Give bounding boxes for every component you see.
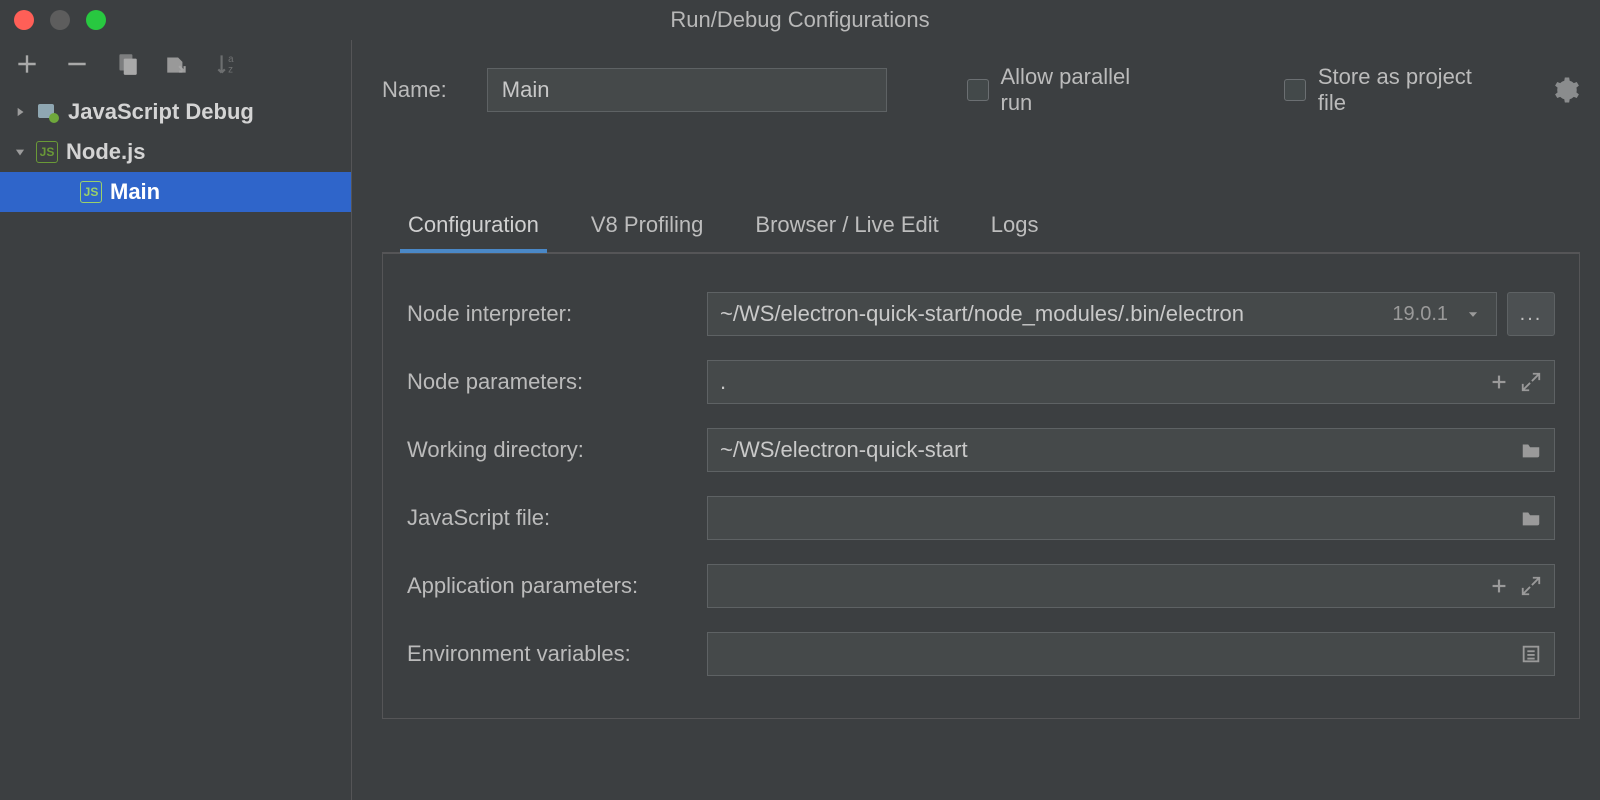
folder-icon[interactable]	[1520, 439, 1542, 461]
folder-icon[interactable]	[1520, 507, 1542, 529]
tab-configuration[interactable]: Configuration	[406, 200, 541, 252]
tabs: Configuration V8 Profiling Browser / Liv…	[382, 140, 1580, 253]
row-node-interpreter: Node interpreter: ~/WS/electron-quick-st…	[407, 280, 1555, 348]
window-title: Run/Debug Configurations	[0, 7, 1600, 33]
sidebar: az JavaScript Debug JS Node.js	[0, 40, 352, 800]
tree-item-javascript-debug[interactable]: JavaScript Debug	[0, 92, 351, 132]
svg-text:a: a	[228, 54, 234, 65]
svg-text:z: z	[228, 65, 233, 76]
add-icon[interactable]	[1488, 575, 1510, 597]
tree-item-label: JavaScript Debug	[68, 99, 254, 125]
tab-logs[interactable]: Logs	[989, 200, 1041, 252]
row-node-parameters: Node parameters: .	[407, 348, 1555, 416]
nodejs-icon: JS	[80, 181, 102, 203]
tree-item-label: Node.js	[66, 139, 145, 165]
checkbox-icon	[1284, 79, 1306, 101]
form-panel: Node interpreter: ~/WS/electron-quick-st…	[382, 253, 1580, 719]
chevron-down-icon	[12, 145, 28, 159]
node-interpreter-select[interactable]: ~/WS/electron-quick-start/node_modules/.…	[707, 292, 1497, 336]
main-panel: Name: Main Allow parallel run Store as p…	[352, 40, 1600, 800]
sort-config-button: az	[214, 51, 240, 77]
checkbox-label: Allow parallel run	[1001, 64, 1168, 116]
checkbox-icon	[967, 79, 989, 101]
allow-parallel-run-checkbox[interactable]: Allow parallel run	[967, 64, 1168, 116]
js-debug-icon	[36, 101, 60, 123]
field-label: JavaScript file:	[407, 505, 707, 531]
field-value: ~/WS/electron-quick-start	[720, 437, 1520, 463]
node-parameters-input[interactable]: .	[707, 360, 1555, 404]
dropdown-icon	[1462, 303, 1484, 325]
name-value: Main	[502, 77, 550, 103]
chevron-right-icon	[12, 105, 28, 119]
store-as-project-file-checkbox[interactable]: Store as project file	[1284, 64, 1506, 116]
field-label: Environment variables:	[407, 641, 707, 667]
tree-item-label: Main	[110, 179, 160, 205]
config-tree: JavaScript Debug JS Node.js JS Main	[0, 88, 351, 212]
add-config-button[interactable]	[14, 51, 40, 77]
add-icon[interactable]	[1488, 371, 1510, 393]
name-label: Name:	[382, 77, 447, 103]
project-file-settings-button[interactable]	[1554, 77, 1580, 103]
row-application-parameters: Application parameters:	[407, 552, 1555, 620]
application-parameters-input[interactable]	[707, 564, 1555, 608]
field-label: Application parameters:	[407, 573, 707, 599]
tree-item-nodejs[interactable]: JS Node.js	[0, 132, 351, 172]
browse-interpreter-button[interactable]: ...	[1507, 292, 1555, 336]
copy-config-button[interactable]	[114, 51, 140, 77]
expand-icon[interactable]	[1520, 575, 1542, 597]
expand-icon[interactable]	[1520, 371, 1542, 393]
row-javascript-file: JavaScript file:	[407, 484, 1555, 552]
checkbox-label: Store as project file	[1318, 64, 1506, 116]
list-icon[interactable]	[1520, 643, 1542, 665]
javascript-file-input[interactable]	[707, 496, 1555, 540]
environment-variables-input[interactable]	[707, 632, 1555, 676]
field-label: Working directory:	[407, 437, 707, 463]
tree-item-main[interactable]: JS Main	[0, 172, 351, 212]
field-label: Node parameters:	[407, 369, 707, 395]
field-value: ~/WS/electron-quick-start/node_modules/.…	[720, 301, 1392, 327]
row-environment-variables: Environment variables:	[407, 620, 1555, 688]
tab-browser-live-edit[interactable]: Browser / Live Edit	[753, 200, 940, 252]
nodejs-icon: JS	[36, 141, 58, 163]
interpreter-version: 19.0.1	[1392, 303, 1452, 326]
save-config-button[interactable]	[164, 51, 190, 77]
field-value: .	[720, 369, 1488, 395]
field-label: Node interpreter:	[407, 301, 707, 327]
row-working-directory: Working directory: ~/WS/electron-quick-s…	[407, 416, 1555, 484]
tab-v8-profiling[interactable]: V8 Profiling	[589, 200, 706, 252]
working-directory-input[interactable]: ~/WS/electron-quick-start	[707, 428, 1555, 472]
name-input[interactable]: Main	[487, 68, 887, 112]
remove-config-button[interactable]	[64, 51, 90, 77]
